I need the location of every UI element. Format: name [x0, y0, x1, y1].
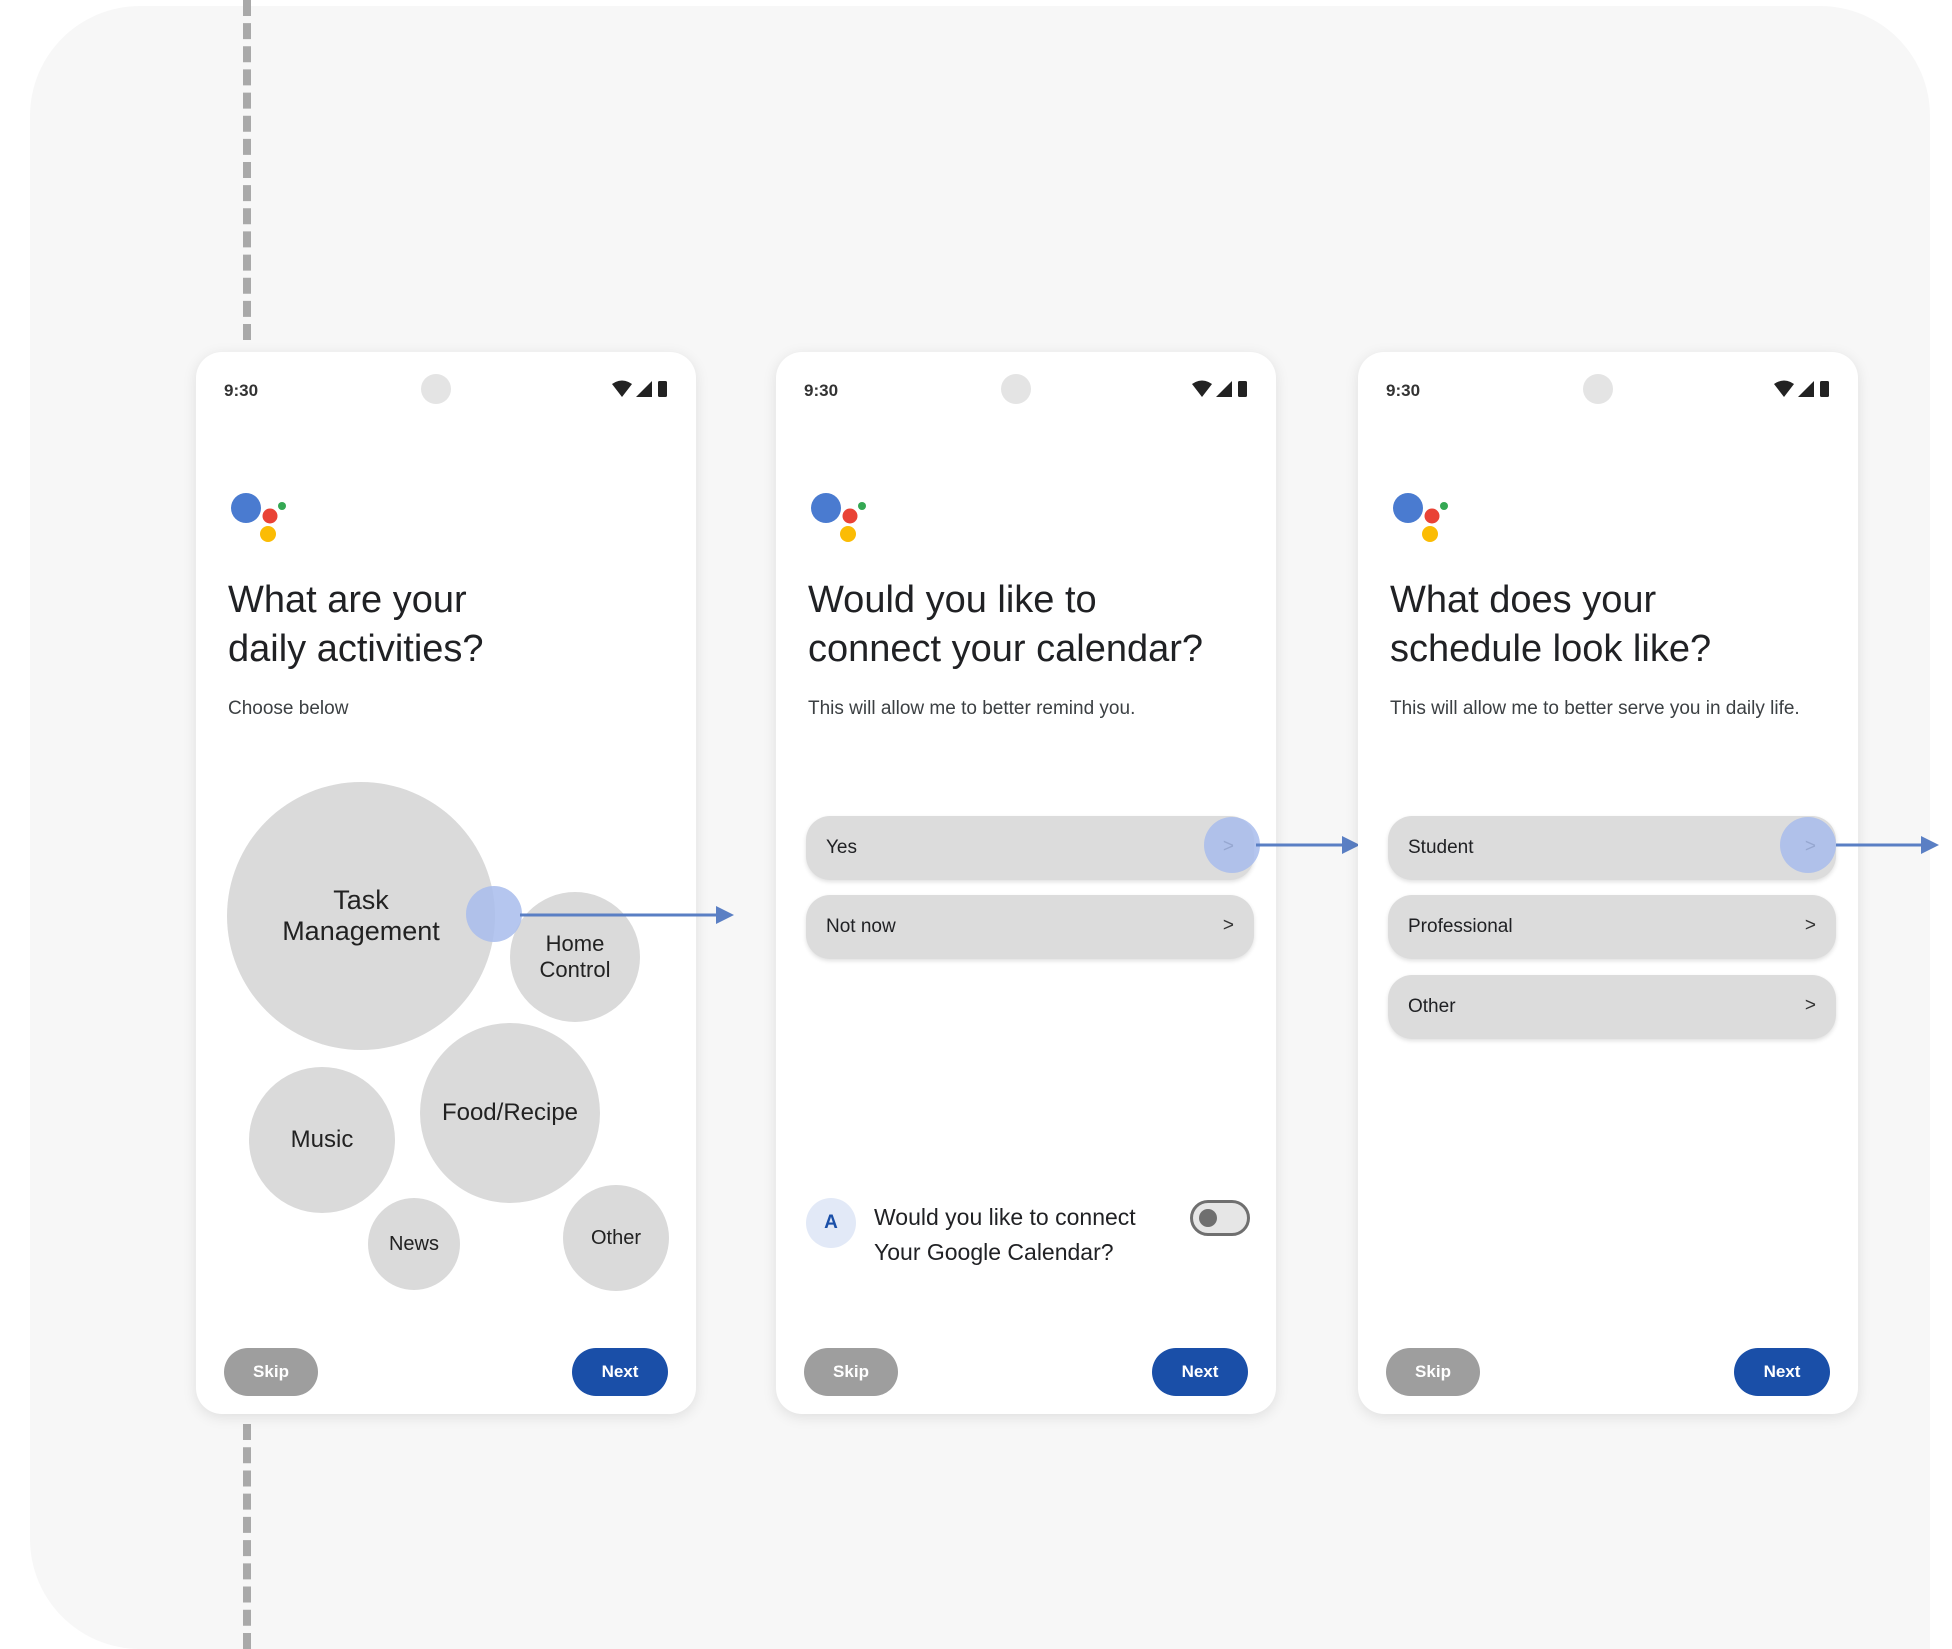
bubble-label: Other — [590, 1226, 642, 1249]
timeline-divider-bottom — [243, 1424, 251, 1649]
next-button[interactable]: Next — [1152, 1348, 1248, 1396]
wifi-icon — [1774, 380, 1794, 397]
phone-screen-activities: 9:30 What are your daily activities? Cho… — [196, 352, 696, 1414]
assistant-logo-icon — [811, 493, 866, 542]
phone-screen-schedule: 9:30 What does your schedule look like? … — [1358, 352, 1858, 1414]
battery-icon — [1238, 381, 1247, 397]
bubble-music[interactable]: Music — [249, 1067, 395, 1213]
bubble-food-recipe[interactable]: Food/Recipe — [420, 1023, 600, 1203]
next-button[interactable]: Next — [572, 1348, 668, 1396]
touch-indicator — [1780, 817, 1836, 873]
skip-button[interactable]: Skip — [804, 1348, 898, 1396]
battery-icon — [658, 381, 667, 397]
battery-icon — [1820, 381, 1829, 397]
bubble-label: News — [388, 1232, 439, 1255]
option-label: Professional — [1408, 916, 1513, 937]
option-student[interactable]: Student > — [1388, 816, 1836, 880]
chevron-right-icon: > — [1222, 915, 1234, 936]
status-time: 9:30 — [804, 381, 839, 400]
option-other[interactable]: Other > — [1388, 975, 1836, 1039]
chevron-right-icon: > — [1804, 995, 1816, 1016]
bubble-label: Task Management — [282, 885, 440, 946]
next-button[interactable]: Next — [1734, 1348, 1830, 1396]
option-label: Student — [1408, 837, 1474, 858]
flow-arrow-2 — [1256, 836, 1360, 854]
status-time: 9:30 — [224, 381, 259, 400]
bubble-news[interactable]: News — [368, 1198, 460, 1290]
page-title: Would you like to connect your calendar? — [808, 579, 1204, 670]
option-label: Not now — [826, 916, 896, 937]
cellular-signal-icon — [636, 381, 652, 397]
assistant-logo-icon — [231, 493, 286, 542]
option-professional[interactable]: Professional > — [1388, 895, 1836, 959]
status-bar: 9:30 — [776, 352, 1276, 422]
toggle-knob — [1199, 1209, 1217, 1227]
cellular-signal-icon — [1216, 381, 1232, 397]
calendar-connect-prompt: Would you like to connect Your Google Ca… — [874, 1204, 1136, 1265]
status-time: 9:30 — [1386, 381, 1421, 400]
status-bar: 9:30 — [196, 352, 696, 422]
option-label: Other — [1408, 996, 1456, 1017]
option-not-now[interactable]: Not now > — [806, 895, 1254, 959]
camera-cutout — [421, 374, 451, 404]
touch-indicator — [466, 886, 522, 942]
page-subtitle: This will allow me to better remind you. — [808, 698, 1136, 719]
page-title: What are your daily activities? — [228, 579, 484, 670]
page-subtitle: Choose below — [228, 698, 349, 719]
skip-button[interactable]: Skip — [1386, 1348, 1480, 1396]
cellular-signal-icon — [1798, 381, 1814, 397]
wifi-icon — [1192, 380, 1212, 397]
assistant-avatar: A — [806, 1198, 856, 1248]
assistant-logo-icon — [1393, 493, 1448, 542]
skip-button[interactable]: Skip — [224, 1348, 318, 1396]
camera-cutout — [1583, 374, 1613, 404]
option-yes[interactable]: Yes > — [806, 816, 1254, 880]
bubble-task-management[interactable]: Task Management — [227, 782, 495, 1050]
bubble-label: Music — [290, 1126, 354, 1153]
calendar-connect-toggle[interactable] — [1190, 1200, 1250, 1236]
camera-cutout — [1001, 374, 1031, 404]
flow-arrow-1 — [520, 906, 734, 924]
page-title: What does your schedule look like? — [1390, 579, 1712, 670]
bubble-label: Home Control — [539, 931, 611, 982]
chevron-right-icon: > — [1804, 915, 1816, 936]
phone-screen-calendar: 9:30 Would you like to connect your cale… — [776, 352, 1276, 1414]
touch-indicator — [1204, 817, 1260, 873]
option-label: Yes — [826, 837, 857, 858]
timeline-divider-top — [243, 0, 251, 340]
page-subtitle: This will allow me to better serve you i… — [1390, 698, 1800, 719]
bubble-other[interactable]: Other — [563, 1185, 669, 1291]
bubble-label: Food/Recipe — [441, 1099, 579, 1126]
status-bar: 9:30 — [1358, 352, 1858, 422]
flow-arrow-3 — [1836, 836, 1939, 854]
wifi-icon — [612, 380, 632, 397]
